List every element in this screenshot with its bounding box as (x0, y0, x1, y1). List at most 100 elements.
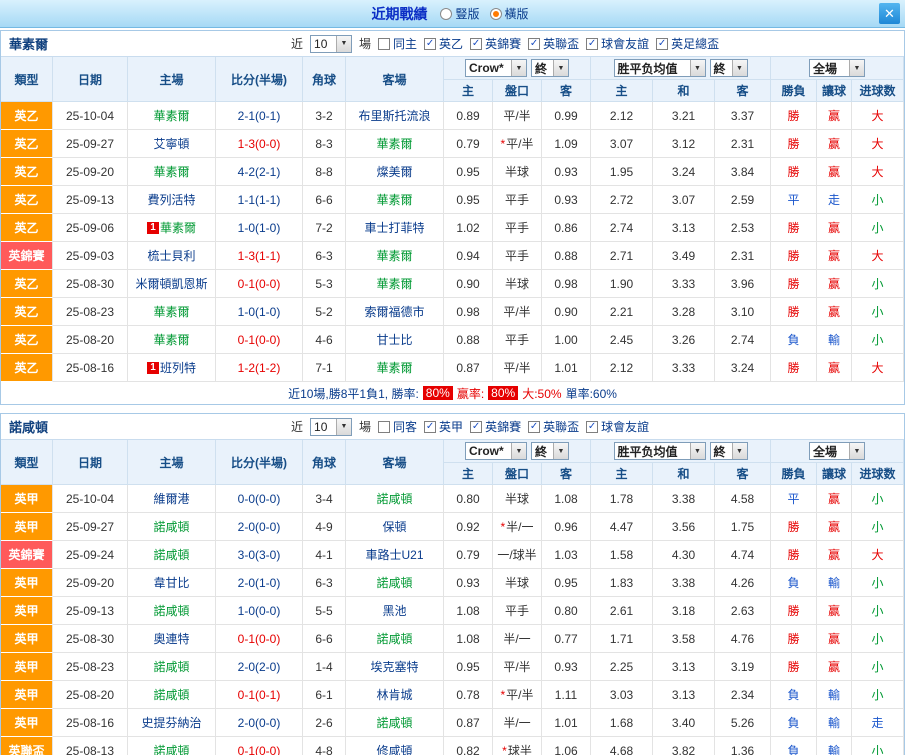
handicap-result-cell: 赢 (817, 242, 852, 270)
away-team-link[interactable]: 華素爾 (376, 275, 412, 292)
home-team-link[interactable]: 史提芬納治 (141, 714, 201, 731)
home-team-link[interactable]: 費列活特 (147, 191, 195, 208)
home-team-link[interactable]: 華素爾 (153, 107, 189, 124)
home-team-link[interactable]: 班列特 (160, 359, 196, 376)
home-team-link[interactable]: 諾咸頓 (153, 686, 189, 703)
away-team-link[interactable]: 修咸頓 (376, 742, 412, 755)
home-team-link[interactable]: 諾咸頓 (153, 518, 189, 535)
away-team-link[interactable]: 甘士比 (376, 331, 412, 348)
home-team-link[interactable]: 諾咸頓 (153, 742, 189, 755)
away-team-link[interactable]: 華素爾 (376, 191, 412, 208)
checkbox-checked-icon[interactable]: ✓ (470, 420, 483, 433)
fulltime-select[interactable]: 全場 ▼ (809, 442, 865, 460)
avg-final-select[interactable]: 終 ▼ (709, 442, 748, 460)
filter-option-label: 英乙 (439, 37, 464, 51)
league-cell: 英甲 (1, 709, 53, 737)
checkbox-checked-icon[interactable]: ✓ (528, 37, 541, 50)
home-team-link[interactable]: 米爾頓凱恩斯 (135, 275, 207, 292)
home-team-link[interactable]: 梳士貝利 (147, 247, 195, 264)
home-team-link[interactable]: 奧連特 (153, 630, 189, 647)
home-team-link[interactable]: 維爾港 (153, 490, 189, 507)
home-team-link[interactable]: 華素爾 (160, 219, 196, 236)
bookmaker-select[interactable]: Crow* ▼ (465, 59, 527, 77)
odds-header-group: Crow* ▼ 終 ▼ (444, 440, 591, 463)
home-team-link[interactable]: 諾咸頓 (153, 602, 189, 619)
handicap-line-cell: 平手 (493, 186, 542, 214)
handicap-line-cell: 平/半 (493, 354, 542, 382)
date-cell: 25-08-20 (53, 681, 128, 709)
home-team: 韋甘比 (128, 569, 216, 597)
away-team-link[interactable]: 華素爾 (376, 359, 412, 376)
home-team-link[interactable]: 諾咸頓 (153, 546, 189, 563)
home-team-link[interactable]: 韋甘比 (153, 574, 189, 591)
filter-option[interactable]: ✓ 英錦賽 (470, 35, 521, 52)
filter-option[interactable]: ✓ 英聯盃 (528, 35, 579, 52)
fulltime-select[interactable]: 全場 ▼ (809, 59, 865, 77)
away-team-link[interactable]: 埃克塞特 (370, 658, 418, 675)
recent-count-select[interactable]: 10 ▼ (310, 417, 353, 436)
checkbox-checked-icon[interactable]: ✓ (586, 420, 599, 433)
team-section: 諾咸頓近 10 ▼ 場同客 ✓ 英甲 ✓ 英錦賽 ✓ 英聯盃 ✓ 球會友誼 類型 日期 主場 比分(半場) 角球… (0, 413, 905, 755)
filter-option[interactable]: 同客 (378, 418, 417, 435)
away-team-link[interactable]: 諾咸頓 (376, 490, 412, 507)
home-team-link[interactable]: 華素爾 (153, 303, 189, 320)
filter-option[interactable]: ✓ 英錦賽 (470, 418, 521, 435)
layout-option-vertical[interactable]: 豎版 (440, 5, 480, 22)
away-team-link[interactable]: 保頓 (382, 518, 406, 535)
away-team-link[interactable]: 諾咸頓 (376, 574, 412, 591)
away-team-link[interactable]: 燦美爾 (376, 163, 412, 180)
checkbox-icon[interactable] (378, 37, 391, 50)
final-odds-select[interactable]: 終 ▼ (531, 59, 569, 77)
filter-option[interactable]: 同主 (378, 35, 417, 52)
recent-count-select[interactable]: 10 ▼ (310, 34, 353, 53)
home-team-link[interactable]: 諾咸頓 (153, 658, 189, 675)
filter-option[interactable]: ✓ 英甲 (424, 418, 463, 435)
radio-vertical-icon[interactable] (440, 7, 453, 20)
bookmaker-select[interactable]: Crow* ▼ (465, 442, 527, 460)
away-team-link[interactable]: 索爾福德市 (364, 303, 424, 320)
subheader-6: 勝負 (771, 463, 817, 485)
checkbox-checked-icon[interactable]: ✓ (424, 37, 437, 50)
league-header: 類型 (1, 440, 53, 485)
away-team-link[interactable]: 車士打菲特 (364, 219, 424, 236)
away-team-link[interactable]: 黑池 (382, 602, 406, 619)
checkbox-checked-icon[interactable]: ✓ (470, 37, 483, 50)
away-team-link[interactable]: 華素爾 (376, 247, 412, 264)
checkbox-checked-icon[interactable]: ✓ (656, 37, 669, 50)
star-icon: * (500, 519, 506, 534)
match-row: 英甲 25-08-23 諾咸頓 2-0(2-0) 1-4 埃克塞特 0.95 平/半 0.93 2… (1, 653, 904, 681)
away-team-link[interactable]: 林肯城 (376, 686, 412, 703)
away-team-link[interactable]: 諾咸頓 (376, 714, 412, 731)
league-cell: 英聯盃 (1, 737, 53, 755)
away-team-link[interactable]: 布里斯托流浪 (358, 107, 430, 124)
score-header: 比分(半場) (216, 57, 303, 102)
avg-final-select[interactable]: 終 ▼ (709, 59, 748, 77)
final-odds-select[interactable]: 終 ▼ (531, 442, 569, 460)
filter-option[interactable]: ✓ 英乙 (424, 35, 463, 52)
filter-option[interactable]: ✓ 英足總盃 (656, 35, 719, 52)
checkbox-checked-icon[interactable]: ✓ (528, 420, 541, 433)
layout-option-horizontal[interactable]: 橫版 (489, 5, 529, 22)
checkbox-icon[interactable] (378, 420, 391, 433)
home-team-link[interactable]: 華素爾 (153, 331, 189, 348)
away-team-link[interactable]: 諾咸頓 (376, 630, 412, 647)
checkbox-checked-icon[interactable]: ✓ (586, 37, 599, 50)
filter-option[interactable]: ✓ 球會友誼 (586, 35, 649, 52)
avg-select[interactable]: 胜平负均值 ▼ (613, 59, 706, 77)
away-team-link[interactable]: 華素爾 (376, 135, 412, 152)
close-button[interactable]: ✕ (879, 3, 900, 24)
away-team: 華素爾 (346, 354, 444, 382)
radio-horizontal-icon[interactable] (489, 7, 502, 20)
away-team-link[interactable]: 車路士U21 (365, 546, 423, 563)
handicap-line-cell: 平/半 (493, 298, 542, 326)
filter-option[interactable]: ✓ 英聯盃 (528, 418, 579, 435)
score-cell: 2-0(0-0) (216, 709, 303, 737)
home-team-link[interactable]: 華素爾 (153, 163, 189, 180)
avg-home-cell: 2.72 (591, 186, 653, 214)
home-team-link[interactable]: 艾寧頓 (153, 135, 189, 152)
corners-cell: 2-6 (303, 709, 346, 737)
checkbox-checked-icon[interactable]: ✓ (424, 420, 437, 433)
avg-away-cell: 2.34 (715, 681, 771, 709)
filter-option[interactable]: ✓ 球會友誼 (586, 418, 649, 435)
avg-select[interactable]: 胜平负均值 ▼ (613, 442, 706, 460)
